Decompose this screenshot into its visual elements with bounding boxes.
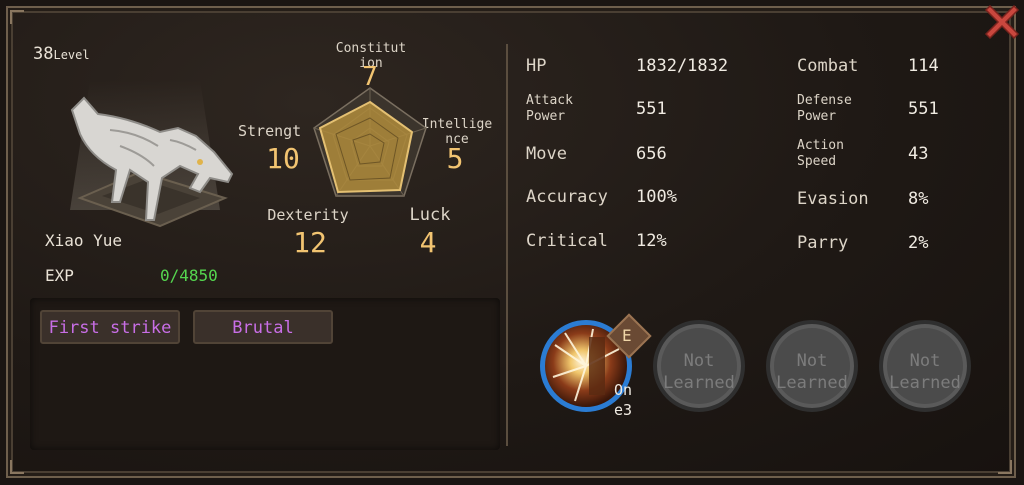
stat-combat-value: 114 (908, 56, 939, 76)
dexterity-label: Dexterity (267, 206, 349, 224)
skill-slot-3[interactable]: Not Learned (766, 320, 858, 412)
stat-hp-label: HP (526, 56, 547, 76)
stat-evasion-label: Evasion (797, 189, 869, 209)
frame-corner (10, 460, 24, 474)
skill-sub-line1: On (614, 381, 633, 399)
constitution-label-line1: Constitut (335, 41, 407, 56)
skill-locked-text: Not Learned (883, 350, 967, 394)
skill-locked-line1: Not (683, 351, 715, 371)
stat-action-speed-label-line1: Action (797, 138, 844, 153)
level-word: Level (53, 48, 90, 62)
stat-move-value: 656 (636, 144, 667, 164)
close-button[interactable] (982, 0, 1022, 40)
stat-accuracy-value: 100% (636, 187, 677, 207)
stat-combat-label: Combat (797, 56, 859, 76)
stat-evasion-value: 8% (908, 189, 929, 209)
exp-label: EXP (45, 266, 74, 285)
traits-panel: First strike Brutal (30, 298, 500, 450)
stat-defense-power-label: Defense Power (797, 93, 852, 125)
frame-corner (10, 10, 24, 24)
skill-locked-line1: Not (796, 351, 828, 371)
skill-slot-2[interactable]: Not Learned (653, 320, 745, 412)
stat-parry-label: Parry (797, 233, 849, 253)
skill-locked-line2: Learned (889, 373, 961, 393)
intelligence-value: 5 (446, 142, 464, 175)
stat-parry-value: 2% (908, 233, 929, 253)
trait-brutal[interactable]: Brutal (193, 310, 333, 344)
stat-accuracy-label: Accuracy (526, 187, 608, 207)
close-icon (984, 4, 1020, 40)
stat-attack-power-label-line2: Power (526, 109, 566, 124)
stat-defense-power-label-line2: Power (797, 109, 837, 124)
stat-action-speed-label-line2: Speed (797, 154, 837, 169)
skill-locked-line1: Not (909, 351, 941, 371)
level-number: 38 (33, 44, 54, 64)
dexterity-value: 12 (293, 226, 327, 259)
skill-slot-4[interactable]: Not Learned (879, 320, 971, 412)
stat-action-speed-value: 43 (908, 144, 929, 164)
luck-value: 4 (419, 226, 437, 259)
skill-locked-line2: Learned (663, 373, 735, 393)
stat-critical-label: Critical (526, 231, 608, 251)
stat-defense-power-value: 551 (908, 99, 939, 119)
stat-defense-power-label-line1: Defense (797, 93, 852, 108)
wolf-portrait (50, 70, 250, 240)
trait-first-strike[interactable]: First strike (40, 310, 180, 344)
pet-name: Xiao Yue (45, 231, 123, 250)
luck-label: Luck (409, 205, 451, 225)
skill-hotkey-letter: E (622, 326, 632, 345)
stat-attack-power-label: Attack Power (526, 93, 573, 125)
skill-sub-label: On e3 (614, 380, 632, 420)
stat-action-speed-label: Action Speed (797, 138, 844, 170)
stat-hp-value: 1832/1832 (636, 56, 729, 76)
pet-level: 38Level (33, 44, 90, 64)
skill-locked-text: Not Learned (657, 350, 741, 394)
frame-corner (998, 460, 1012, 474)
stat-critical-value: 12% (636, 231, 667, 251)
stat-move-label: Move (526, 144, 567, 164)
stat-attack-power-label-line1: Attack (526, 93, 573, 108)
stat-attack-power-value: 551 (636, 99, 667, 119)
exp-value: 0/4850 (160, 266, 218, 285)
skill-sub-line2: e3 (614, 401, 633, 419)
attribute-radar-chart (300, 78, 440, 208)
panel-divider (506, 44, 508, 446)
skill-locked-line2: Learned (776, 373, 848, 393)
skill-locked-text: Not Learned (770, 350, 854, 394)
